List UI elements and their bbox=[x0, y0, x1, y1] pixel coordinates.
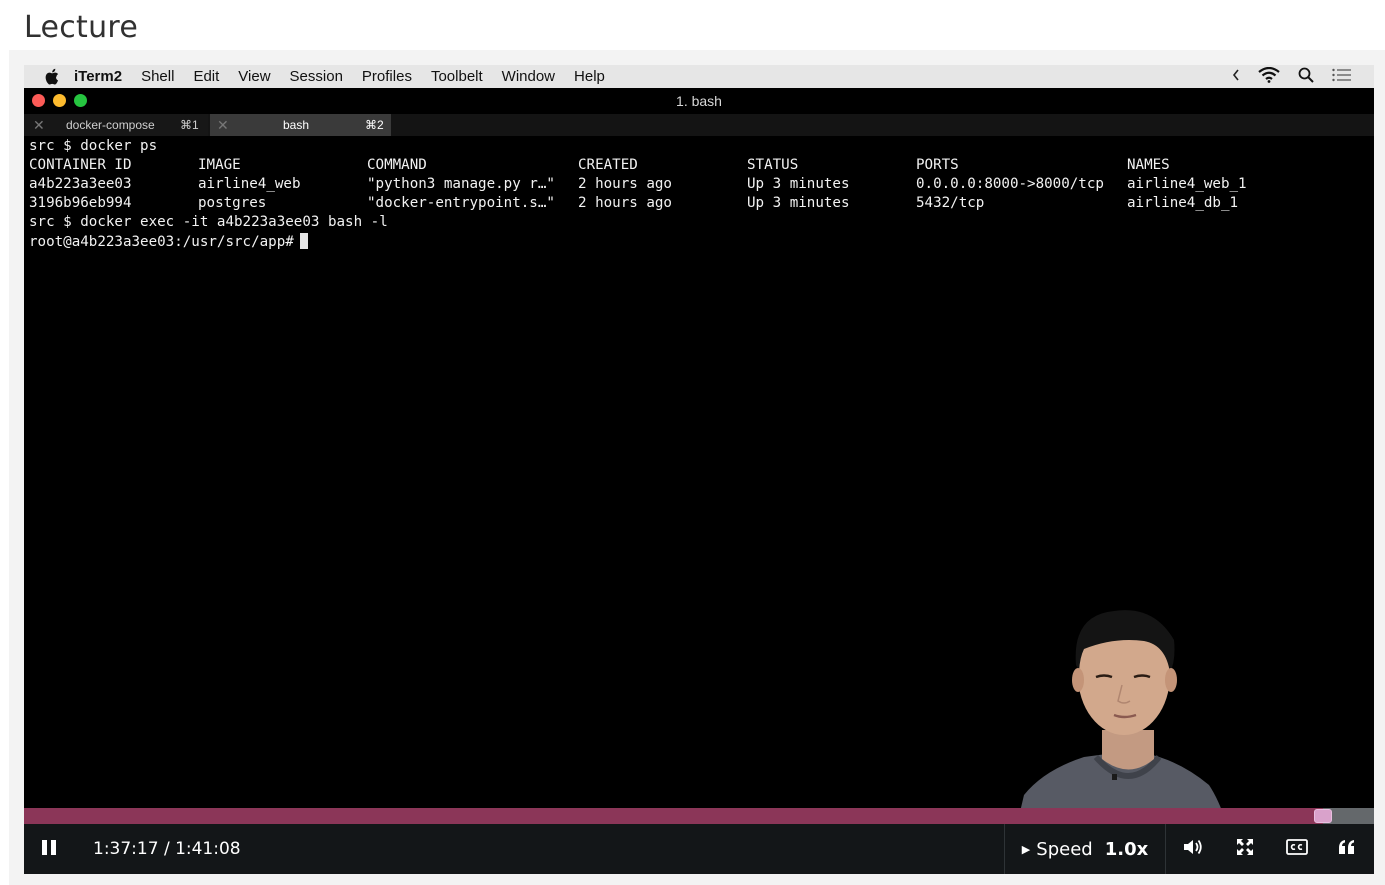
tab-bash[interactable]: ✕ bash ⌘2 bbox=[210, 114, 391, 136]
shell-prompt: root@a4b223a3ee03:/usr/src/app# bbox=[29, 234, 294, 250]
pause-icon bbox=[40, 838, 58, 860]
menu-edit[interactable]: Edit bbox=[193, 68, 219, 85]
volume-button[interactable] bbox=[1170, 824, 1216, 874]
menu-profiles[interactable]: Profiles bbox=[362, 68, 412, 85]
pause-button[interactable] bbox=[24, 824, 74, 874]
cell: airline4_web bbox=[198, 176, 301, 192]
tab-label: bash bbox=[283, 118, 310, 132]
terminal-row: 3196b96eb994 postgres "docker-entrypoint… bbox=[29, 195, 1369, 214]
caret-right-icon: ▶ bbox=[1021, 842, 1031, 856]
cell: 3196b96eb994 bbox=[29, 195, 132, 211]
video-player[interactable]: iTerm2 Shell Edit View Session Profiles … bbox=[24, 65, 1374, 874]
time-readout: 1:37:17 / 1:41:08 bbox=[93, 839, 241, 859]
window-title-bar: 1. bash bbox=[24, 88, 1374, 114]
terminal-line: src $ docker ps bbox=[29, 138, 1369, 157]
menu-session[interactable]: Session bbox=[290, 68, 343, 85]
terminal-line: src $ docker exec -it a4b223a3ee03 bash … bbox=[29, 214, 1369, 233]
speed-control[interactable]: ▶ Speed 1.0x bbox=[1004, 824, 1166, 874]
column-header: STATUS bbox=[747, 157, 799, 173]
column-header: CONTAINER ID bbox=[29, 157, 132, 173]
fullscreen-icon bbox=[1236, 838, 1254, 860]
progress-scrubber-handle[interactable] bbox=[1313, 809, 1332, 823]
player-controls: 1:37:17 / 1:41:08 ▶ Speed 1.0x bbox=[24, 824, 1374, 874]
cc-icon bbox=[1286, 839, 1308, 859]
cell: "python3 manage.py r…" bbox=[367, 176, 555, 192]
wifi-icon[interactable] bbox=[1258, 66, 1280, 87]
menu-help[interactable]: Help bbox=[574, 68, 605, 85]
menu-view[interactable]: View bbox=[238, 68, 270, 85]
progress-fill bbox=[24, 808, 1323, 824]
speed-label: Speed bbox=[1036, 838, 1093, 860]
speed-value: 1.0x bbox=[1104, 838, 1149, 860]
menu-toolbelt[interactable]: Toolbelt bbox=[431, 68, 483, 85]
cell: 0.0.0.0:8000->8000/tcp bbox=[916, 176, 1104, 192]
fullscreen-button[interactable] bbox=[1222, 824, 1268, 874]
column-header: COMMAND bbox=[367, 157, 427, 173]
column-header: CREATED bbox=[578, 157, 638, 173]
terminal-tab-bar: ✕ docker-compose ⌘1 ✕ bash ⌘2 bbox=[24, 114, 1374, 136]
cell: Up 3 minutes bbox=[747, 176, 850, 192]
volume-icon bbox=[1183, 838, 1203, 860]
menu-app-name[interactable]: iTerm2 bbox=[74, 68, 122, 85]
close-tab-icon[interactable]: ✕ bbox=[33, 117, 45, 134]
close-tab-icon[interactable]: ✕ bbox=[217, 117, 229, 134]
tab-shortcut: ⌘2 bbox=[365, 118, 384, 132]
quote-icon bbox=[1338, 839, 1356, 859]
column-header: PORTS bbox=[916, 157, 959, 173]
menu-shell[interactable]: Shell bbox=[141, 68, 174, 85]
cell: "docker-entrypoint.s…" bbox=[367, 195, 555, 211]
column-header: NAMES bbox=[1127, 157, 1170, 173]
closed-captions-button[interactable] bbox=[1274, 824, 1320, 874]
cell: airline4_db_1 bbox=[1127, 195, 1239, 211]
progress-bar[interactable] bbox=[24, 808, 1374, 824]
mac-menu-bar: iTerm2 Shell Edit View Session Profiles … bbox=[24, 65, 1374, 88]
list-icon[interactable] bbox=[1332, 68, 1352, 86]
cell: postgres bbox=[198, 195, 267, 211]
terminal-row: a4b223a3ee03 airline4_web "python3 manag… bbox=[29, 176, 1369, 195]
shell-prompt-line: root@a4b223a3ee03:/usr/src/app# bbox=[29, 233, 308, 250]
terminal-header-row: CONTAINER ID IMAGE COMMAND CREATED STATU… bbox=[29, 157, 1369, 176]
column-header: IMAGE bbox=[198, 157, 241, 173]
search-icon[interactable] bbox=[1298, 67, 1314, 87]
cell: airline4_web_1 bbox=[1127, 176, 1247, 192]
transcript-button[interactable] bbox=[1324, 824, 1370, 874]
tab-docker-compose[interactable]: ✕ docker-compose ⌘1 bbox=[24, 114, 208, 136]
chevron-left-icon[interactable] bbox=[1232, 68, 1240, 85]
menu-window[interactable]: Window bbox=[502, 68, 555, 85]
tab-label: docker-compose bbox=[66, 118, 155, 132]
terminal-line: root@a4b223a3ee03:/usr/src/app# bbox=[29, 233, 1369, 252]
command-text: src $ docker exec -it a4b223a3ee03 bash … bbox=[29, 214, 388, 230]
cell: Up 3 minutes bbox=[747, 195, 850, 211]
text-cursor bbox=[299, 233, 308, 249]
page-title: Lecture bbox=[24, 10, 139, 45]
apple-icon[interactable] bbox=[44, 68, 60, 85]
tab-shortcut: ⌘1 bbox=[180, 118, 199, 132]
cell: 5432/tcp bbox=[916, 195, 985, 211]
cell: a4b223a3ee03 bbox=[29, 176, 132, 192]
cell: 2 hours ago bbox=[578, 176, 672, 192]
window-title: 1. bash bbox=[676, 93, 722, 109]
terminal-output[interactable]: src $ docker ps CONTAINER ID IMAGE COMMA… bbox=[29, 138, 1369, 252]
command-text: src $ docker ps bbox=[29, 138, 158, 154]
cell: 2 hours ago bbox=[578, 195, 672, 211]
